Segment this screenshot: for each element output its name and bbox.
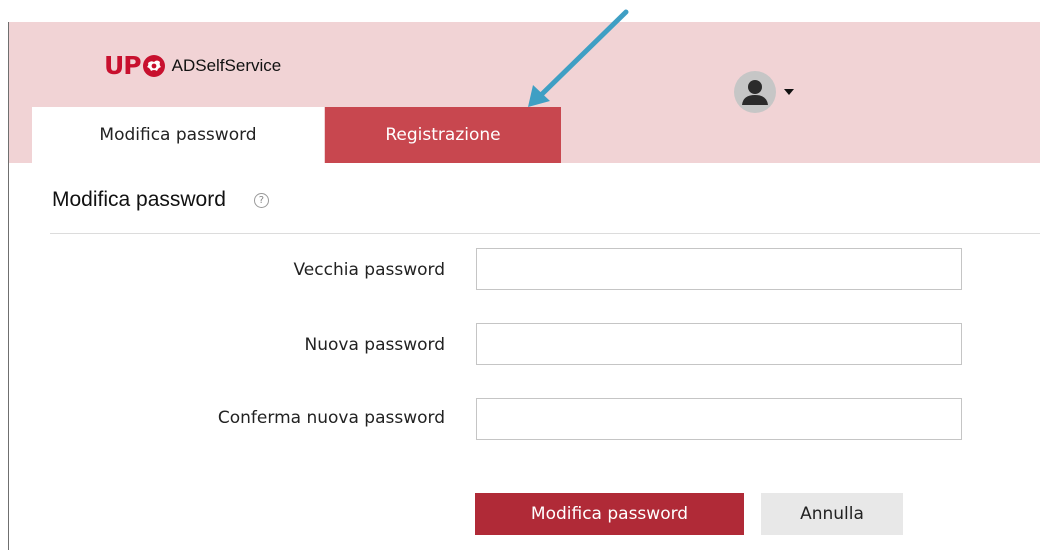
confirm-password-label: Conferma nuova password: [217, 408, 445, 428]
tab-label: Registrazione: [385, 125, 501, 145]
question-circle-icon[interactable]: ?: [253, 192, 269, 208]
service-name: ADSelfService: [171, 56, 282, 75]
new-password-input[interactable]: [476, 323, 962, 365]
change-password-button[interactable]: Modifica password: [475, 493, 744, 535]
cancel-button[interactable]: Annulla: [761, 493, 903, 535]
new-password-label: Nuova password: [304, 335, 445, 355]
user-menu-button[interactable]: [734, 71, 794, 113]
tab-registrazione[interactable]: Registrazione: [325, 107, 561, 163]
brand-logo: UP ADSelfService: [104, 52, 281, 80]
section-header: Modifica password ?: [52, 185, 269, 215]
confirm-password-input[interactable]: [476, 398, 962, 440]
logo-mark-icon: [142, 54, 166, 78]
tab-label: Modifica password: [99, 125, 257, 145]
window-left-border: [8, 22, 9, 550]
user-avatar-icon: [734, 71, 776, 113]
logo-text: UP: [104, 51, 142, 80]
old-password-input[interactable]: [476, 248, 962, 290]
old-password-label: Vecchia password: [293, 260, 446, 280]
tab-modifica-password[interactable]: Modifica password: [32, 107, 324, 163]
caret-down-icon: [784, 89, 794, 95]
section-divider: [50, 233, 1040, 234]
page-title: Modifica password: [52, 188, 226, 211]
top-strip: [0, 0, 1040, 22]
